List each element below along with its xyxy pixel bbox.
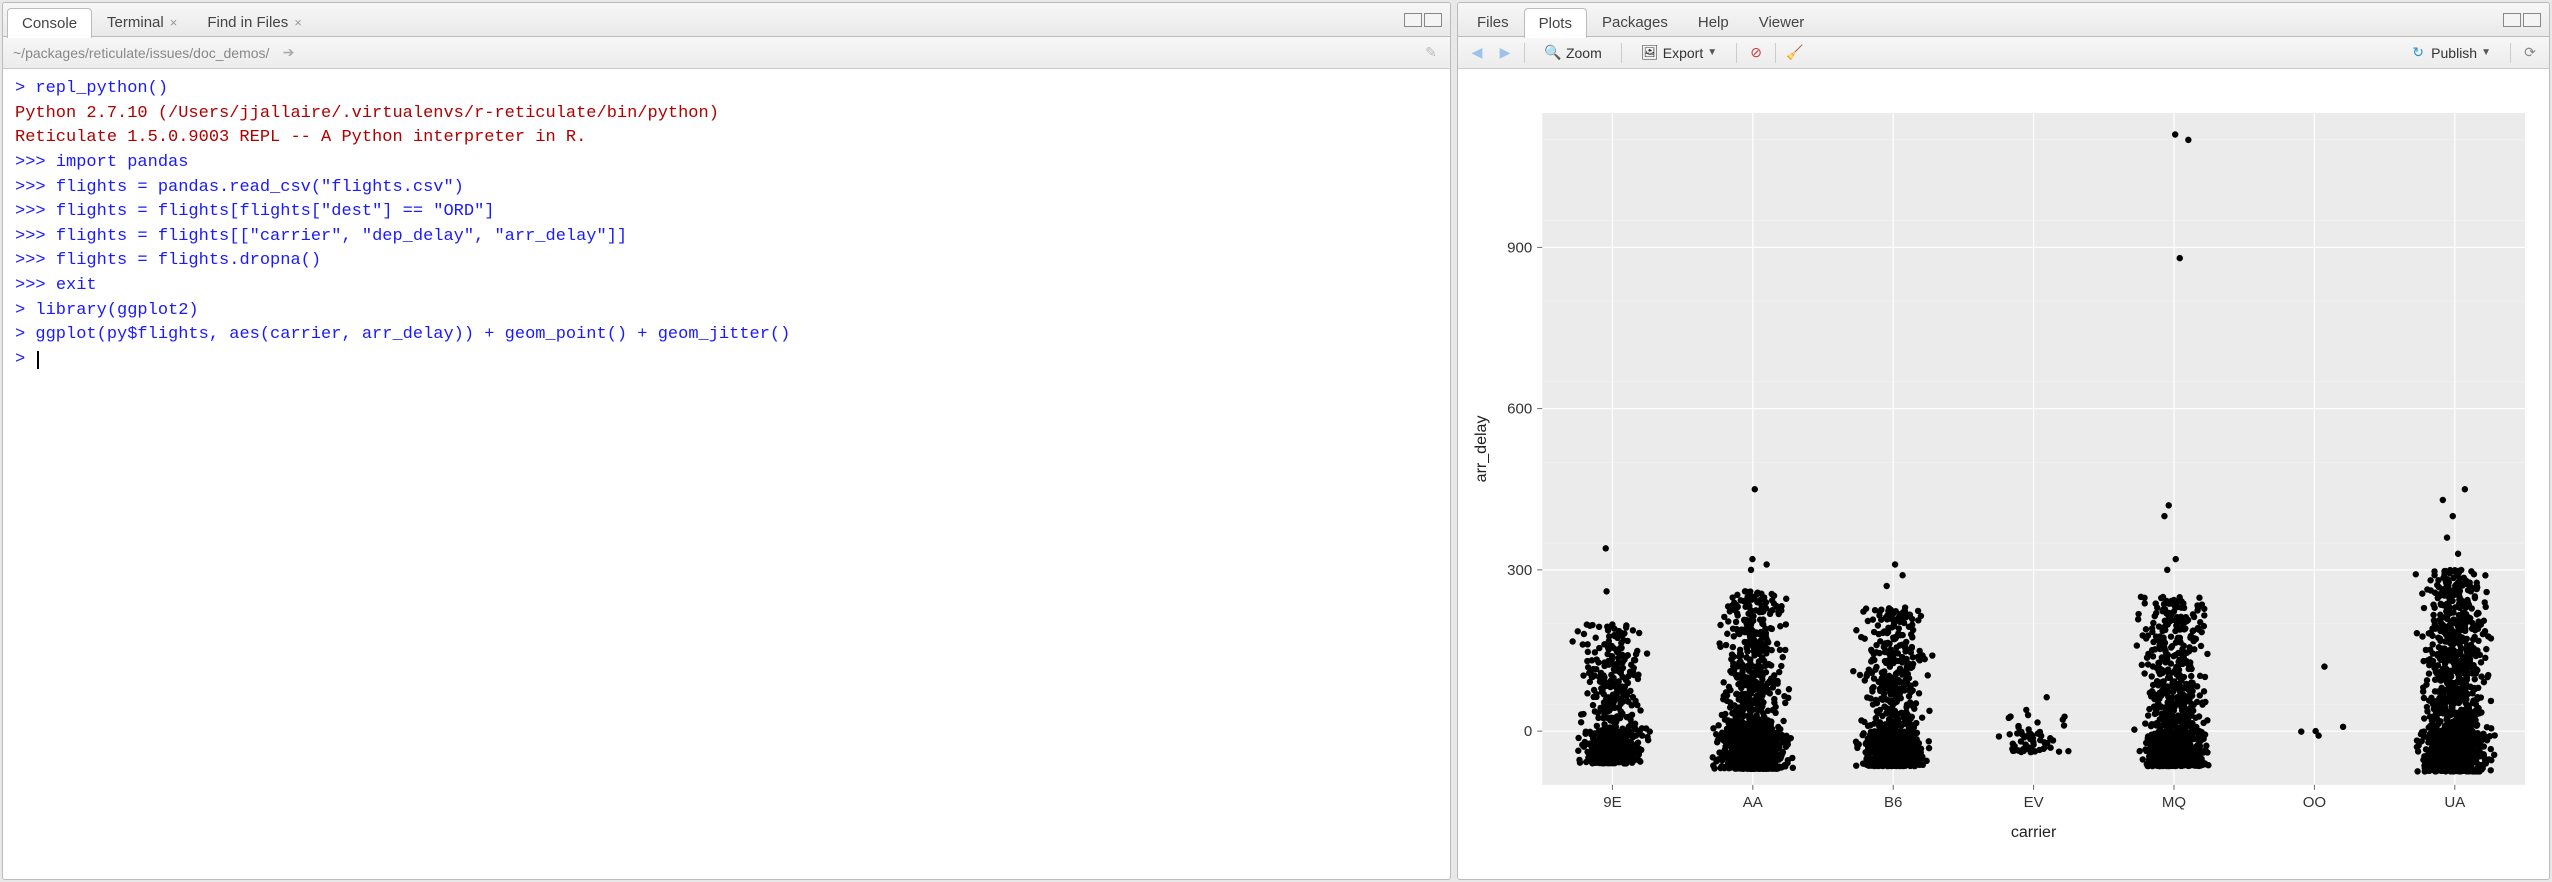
- export-button[interactable]: 🖼 Export ▼: [1632, 41, 1726, 65]
- working-dir-path: ~/packages/reticulate/issues/doc_demos/: [13, 45, 269, 61]
- svg-text:OO: OO: [2303, 794, 2326, 811]
- tab-terminal[interactable]: Terminal ×: [92, 7, 192, 37]
- refresh-plot-icon[interactable]: ⟳: [2521, 44, 2539, 62]
- close-icon[interactable]: ×: [294, 15, 302, 30]
- tab-console[interactable]: Console: [7, 8, 92, 38]
- minimize-pane-icon[interactable]: [1404, 13, 1422, 27]
- publish-button[interactable]: ↻ Publish ▼: [2400, 41, 2500, 65]
- console-line: >: [15, 348, 1438, 373]
- cursor: [37, 351, 39, 369]
- console-line: >>> import pandas: [15, 151, 1438, 176]
- tab-label: Help: [1698, 14, 1729, 31]
- close-icon[interactable]: ×: [170, 15, 178, 30]
- tab-label: Viewer: [1759, 14, 1805, 31]
- pane-window-controls: [2503, 13, 2545, 27]
- console-line: >>> flights = flights[flights["dest"] ==…: [15, 200, 1438, 225]
- publish-icon: ↻: [2409, 44, 2427, 62]
- console-line: >>> flights = flights[["carrier", "dep_d…: [15, 225, 1438, 250]
- tab-find-in-files[interactable]: Find in Files ×: [192, 7, 316, 37]
- svg-text:600: 600: [1507, 401, 1532, 418]
- left-tabbar: Console Terminal × Find in Files ×: [3, 3, 1450, 37]
- tab-label: Files: [1477, 14, 1509, 31]
- svg-text:9E: 9E: [1603, 794, 1621, 811]
- tab-files[interactable]: Files: [1462, 7, 1524, 37]
- console-line: Python 2.7.10 (/Users/jjallaire/.virtual…: [15, 102, 1438, 127]
- clear-all-plots-icon[interactable]: 🧹: [1786, 44, 1804, 62]
- remove-plot-icon[interactable]: ⊘: [1747, 44, 1765, 62]
- console-path-bar: ~/packages/reticulate/issues/doc_demos/ …: [3, 37, 1450, 69]
- console-line: > ggplot(py$flights, aes(carrier, arr_de…: [15, 323, 1438, 348]
- publish-label: Publish: [2431, 45, 2477, 61]
- tab-viewer[interactable]: Viewer: [1744, 7, 1820, 37]
- svg-text:B6: B6: [1884, 794, 1902, 811]
- next-plot-icon[interactable]: ▶: [1496, 44, 1514, 62]
- tab-packages[interactable]: Packages: [1587, 7, 1683, 37]
- right-tabbar: Files Plots Packages Help Viewer: [1458, 3, 2549, 37]
- tab-label: Terminal: [107, 14, 164, 31]
- console-pane: Console Terminal × Find in Files × ~/package…: [2, 2, 1451, 880]
- plots-pane: Files Plots Packages Help Viewer ◀ ▶ 🔍 Zoom …: [1457, 2, 2550, 880]
- svg-text:900: 900: [1507, 239, 1532, 256]
- goto-dir-icon[interactable]: ➔: [279, 44, 297, 62]
- scatter-chart: 03006009009EAAB6EVMQOOUAcarrierarr_delay: [1462, 73, 2545, 875]
- tab-label: Packages: [1602, 14, 1668, 31]
- export-label: Export: [1663, 45, 1703, 61]
- tab-label: Find in Files: [207, 14, 288, 31]
- svg-text:MQ: MQ: [2162, 794, 2186, 811]
- tab-label: Console: [22, 15, 77, 32]
- tab-label: Plots: [1539, 15, 1572, 32]
- tab-plots[interactable]: Plots: [1524, 8, 1587, 38]
- zoom-icon: 🔍: [1544, 44, 1562, 62]
- console-line: Reticulate 1.5.0.9003 REPL -- A Python i…: [15, 126, 1438, 151]
- svg-text:AA: AA: [1743, 794, 1763, 811]
- svg-text:300: 300: [1507, 562, 1532, 579]
- zoom-button[interactable]: 🔍 Zoom: [1535, 41, 1611, 65]
- svg-text:EV: EV: [2024, 794, 2044, 811]
- minimize-pane-icon[interactable]: [2503, 13, 2521, 27]
- prev-plot-icon[interactable]: ◀: [1468, 44, 1486, 62]
- console-line: >>> exit: [15, 274, 1438, 299]
- console-line: >>> flights = pandas.read_csv("flights.c…: [15, 176, 1438, 201]
- clear-console-icon[interactable]: ✎: [1422, 44, 1440, 62]
- chevron-down-icon: ▼: [2481, 47, 2491, 58]
- svg-text:0: 0: [1524, 723, 1532, 740]
- console-line: > library(ggplot2): [15, 299, 1438, 324]
- plot-area: 03006009009EAAB6EVMQOOUAcarrierarr_delay: [1458, 69, 2549, 879]
- svg-text:UA: UA: [2444, 794, 2465, 811]
- console-output[interactable]: > repl_python()Python 2.7.10 (/Users/jja…: [3, 69, 1450, 879]
- console-line: > repl_python(): [15, 77, 1438, 102]
- maximize-pane-icon[interactable]: [1424, 13, 1442, 27]
- chevron-down-icon: ▼: [1707, 47, 1717, 58]
- maximize-pane-icon[interactable]: [2523, 13, 2541, 27]
- export-icon: 🖼: [1641, 44, 1659, 62]
- pane-window-controls: [1404, 13, 1446, 27]
- console-line: >>> flights = flights.dropna(): [15, 249, 1438, 274]
- tab-help[interactable]: Help: [1683, 7, 1744, 37]
- plots-toolbar: ◀ ▶ 🔍 Zoom 🖼 Export ▼ ⊘ 🧹 ↻ Publish ▼: [1458, 37, 2549, 69]
- zoom-label: Zoom: [1566, 45, 1602, 61]
